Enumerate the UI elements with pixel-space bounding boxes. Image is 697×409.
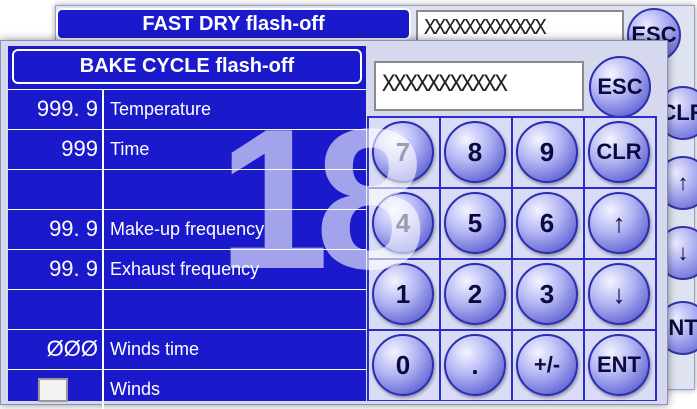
key-6[interactable]: 6: [516, 192, 578, 254]
winds-time-value[interactable]: ØØØ: [8, 330, 104, 369]
clr-button[interactable]: CLR: [588, 121, 650, 183]
plus-minus-button[interactable]: +/-: [516, 334, 578, 396]
key-7[interactable]: 7: [372, 121, 434, 183]
esc-button[interactable]: ESC: [589, 56, 651, 118]
numeric-keypad: 7 8 9 CLR 4 5 6 ↑ 1 2 3 ↓ 0 . +/- ENT: [367, 116, 657, 401]
row-empty-1: [8, 169, 366, 209]
key-5[interactable]: 5: [444, 192, 506, 254]
row-time[interactable]: 999 Time: [8, 129, 366, 169]
key-9[interactable]: 9: [516, 121, 578, 183]
empty-value-2: [8, 290, 104, 329]
ent-button[interactable]: ENT: [588, 334, 650, 396]
exhaust-frequency-value[interactable]: 99. 9: [8, 250, 104, 289]
bake-cycle-title: BAKE CYCLE flash-off: [12, 49, 362, 84]
decimal-point-button[interactable]: .: [444, 334, 506, 396]
row-exhaust-frequency[interactable]: 99. 9 Exhaust frequency: [8, 249, 366, 289]
empty-value-1: [8, 170, 104, 209]
key-1[interactable]: 1: [372, 263, 434, 325]
bake-cycle-panel: BAKE CYCLE flash-off 999. 9 Temperature …: [0, 40, 668, 409]
makeup-frequency-label: Make-up frequency: [110, 219, 265, 239]
winds-label: Winds: [110, 379, 161, 399]
row-empty-2: [8, 289, 366, 329]
down-arrow-icon[interactable]: ↓: [588, 263, 650, 325]
makeup-frequency-value[interactable]: 99. 9: [8, 210, 104, 249]
key-4[interactable]: 4: [372, 192, 434, 254]
time-label: Time: [110, 139, 150, 159]
parameter-list: BAKE CYCLE flash-off 999. 9 Temperature …: [8, 46, 366, 409]
key-0[interactable]: 0: [372, 334, 434, 396]
winds-checkbox[interactable]: [38, 378, 68, 402]
fast-dry-display: XXXXXXXXXXXX: [416, 10, 624, 44]
fast-dry-title: FAST DRY flash-off: [56, 8, 411, 40]
temperature-label: Temperature: [110, 99, 212, 119]
time-value[interactable]: 999: [8, 130, 104, 169]
key-8[interactable]: 8: [444, 121, 506, 183]
winds-value-cell[interactable]: [8, 370, 104, 409]
key-3[interactable]: 3: [516, 263, 578, 325]
row-winds-time[interactable]: ØØØ Winds time: [8, 329, 366, 369]
key-2[interactable]: 2: [444, 263, 506, 325]
temperature-value[interactable]: 999. 9: [8, 90, 104, 129]
keypad-display: XXXXXXXXXXX: [374, 61, 584, 111]
up-arrow-icon[interactable]: ↑: [588, 192, 650, 254]
winds-time-label: Winds time: [110, 339, 200, 359]
row-makeup-frequency[interactable]: 99. 9 Make-up frequency: [8, 209, 366, 249]
row-winds[interactable]: Winds: [8, 369, 366, 409]
exhaust-frequency-label: Exhaust frequency: [110, 259, 260, 279]
row-temperature[interactable]: 999. 9 Temperature: [8, 89, 366, 129]
